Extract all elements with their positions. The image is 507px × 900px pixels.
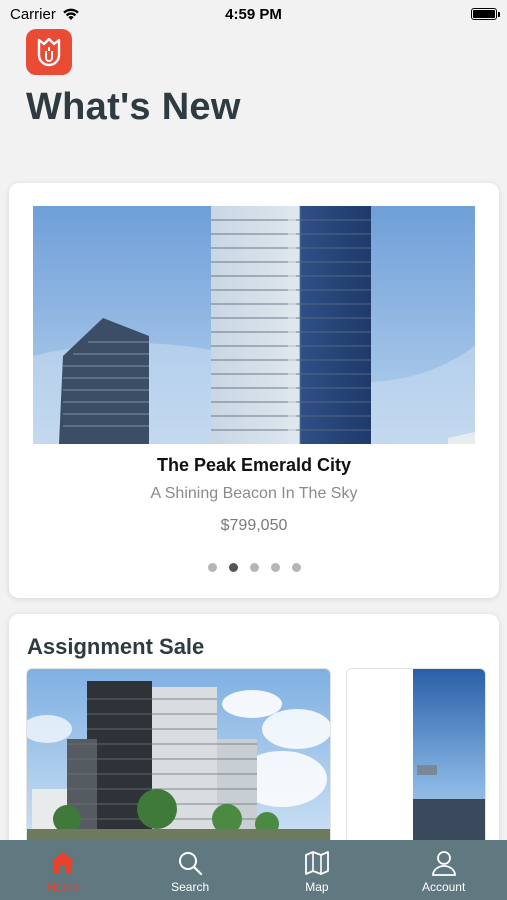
carousel-dot-4[interactable]: [270, 563, 280, 572]
search-icon: [179, 852, 203, 876]
carousel-dot-5[interactable]: [291, 563, 301, 572]
featured-building-image[interactable]: [33, 206, 475, 444]
skyline-photo: [347, 669, 485, 867]
section-title: Assignment Sale: [27, 634, 205, 659]
carousel-dot-2[interactable]: [228, 563, 238, 572]
listing-card[interactable]: [26, 668, 331, 868]
featured-card[interactable]: The Peak Emerald City A Shining Beacon I…: [9, 183, 499, 598]
tab-search[interactable]: Search: [140, 850, 240, 894]
status-bar: Carrier 4:59 PM: [0, 0, 507, 28]
featured-price: $799,050: [220, 517, 288, 534]
tab-search-label: Search: [171, 880, 210, 894]
carousel-dot-3[interactable]: [249, 563, 259, 572]
tab-account-label: Account: [421, 880, 466, 894]
battery-icon: [471, 8, 500, 20]
carrier-label: Carrier: [10, 5, 56, 23]
listing-card[interactable]: [346, 668, 486, 868]
carousel-dot-1[interactable]: [207, 563, 217, 572]
wifi-icon: [63, 8, 79, 20]
map-icon: [304, 851, 329, 875]
page-title: What's New: [26, 86, 241, 128]
status-left: Carrier: [10, 6, 80, 23]
tab-account[interactable]: Account: [394, 850, 494, 894]
tab-home-label: Home: [47, 880, 80, 894]
condo-building-photo: [27, 669, 330, 867]
carousel-page-indicator[interactable]: [9, 563, 499, 572]
featured-title[interactable]: The Peak Emerald City: [9, 455, 499, 476]
featured-subtitle: A Shining Beacon In The Sky: [150, 485, 358, 502]
building-photo: [33, 206, 475, 444]
shield-leaf-logo-icon: [37, 37, 61, 67]
home-icon: [51, 852, 76, 874]
tab-bar: Home Search Map Account: [0, 840, 507, 900]
tab-map-label: Map: [305, 880, 329, 894]
account-icon: [431, 851, 456, 876]
tab-map[interactable]: Map: [267, 850, 367, 894]
tab-home[interactable]: Home: [13, 850, 113, 894]
app-logo[interactable]: [26, 29, 72, 75]
